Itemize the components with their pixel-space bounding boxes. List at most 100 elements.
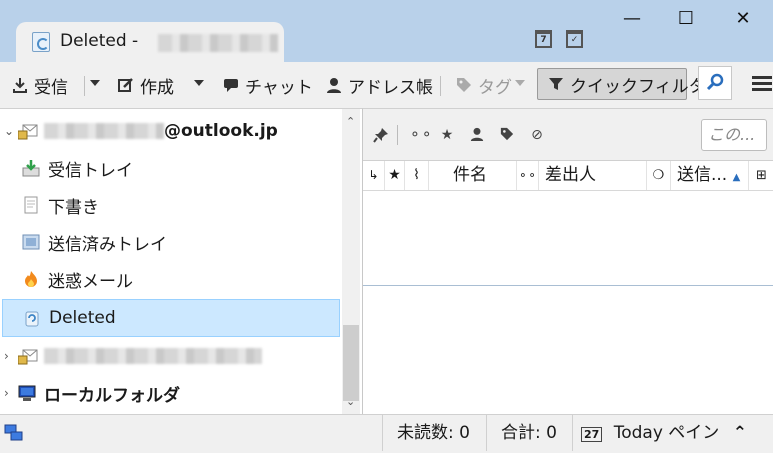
trash-icon (32, 32, 50, 52)
date-column-header[interactable]: 送信... ▲ (671, 161, 749, 190)
folder-label: ローカルフォルダ (44, 385, 180, 406)
folder-label: 受信トレイ (48, 160, 133, 181)
quick-filter-content: クイックフィルタ (548, 72, 706, 97)
get-messages-button[interactable]: 受信 (12, 73, 68, 98)
account-row[interactable]: ⌄ @outlook.jp (0, 113, 340, 149)
sent-icon (22, 233, 40, 251)
drafts-icon (22, 196, 40, 214)
thread-column-icon[interactable]: ↳ (363, 161, 385, 190)
calendar-icon: 27 (581, 427, 603, 442)
junk-icon (22, 270, 40, 288)
computer-icon (18, 384, 36, 402)
quick-filter-bar: ⚬⚬ ★ ⊘ この... (363, 109, 773, 161)
folder-deleted[interactable]: Deleted (2, 299, 340, 337)
redacted-account (44, 348, 262, 364)
chevron-down-icon[interactable]: ⌄ (4, 124, 16, 138)
pencil-icon (118, 77, 134, 93)
attachment-filter-icon[interactable]: ⊘ (529, 127, 545, 143)
tab-deleted[interactable]: Deleted - (16, 22, 284, 62)
person-icon (326, 77, 342, 93)
column-picker-icon[interactable]: ⊞ (749, 161, 773, 190)
mail-account-icon (17, 347, 38, 365)
star-column-icon[interactable]: ★ (385, 161, 405, 190)
sender-column-header[interactable]: 差出人 (539, 161, 647, 190)
write-label: 作成 (140, 77, 174, 98)
local-folders-row[interactable]: › ローカルフォルダ (0, 375, 340, 411)
get-messages-dropdown[interactable] (90, 80, 100, 86)
tab-title: Deleted - (60, 31, 139, 51)
chevron-up-icon: ⌃ (732, 423, 747, 443)
folder-junk[interactable]: 迷惑メール (22, 261, 362, 297)
today-pane-toggle[interactable]: 27 Today ペイン ⌃ (572, 415, 773, 451)
separator (397, 125, 398, 145)
write-button[interactable]: 作成 (118, 73, 174, 98)
status-bar: 未読数: 0 合計: 0 27 Today ペイン ⌃ (0, 414, 773, 451)
filter-icon (548, 76, 564, 92)
redacted-account (158, 34, 278, 52)
close-button[interactable]: ✕ (728, 8, 758, 30)
pin-icon[interactable] (373, 127, 389, 143)
scroll-down-arrow[interactable]: ⌄ (346, 395, 355, 408)
scrollbar-thumb[interactable] (343, 325, 359, 401)
calendar-icon[interactable]: 7 (535, 30, 552, 48)
address-book-button[interactable]: アドレス帳 (326, 73, 433, 98)
folder-drafts[interactable]: 下書き (22, 187, 362, 223)
online-status-icon[interactable] (4, 423, 24, 448)
chat-icon (223, 77, 239, 93)
main-toolbar: 受信 作成 チャット アドレス帳 タグ クイックフィルタ (0, 62, 773, 108)
read-status-column-icon[interactable]: ⚬⚬ (517, 161, 539, 190)
separator (440, 76, 441, 96)
minimize-button[interactable]: — (617, 8, 647, 30)
redacted-account (44, 123, 164, 139)
chat-button[interactable]: チャット (223, 73, 313, 98)
chevron-right-icon[interactable]: › (4, 349, 16, 363)
folder-label: 下書き (48, 197, 99, 218)
quick-filter-button[interactable]: クイックフィルタ (537, 68, 706, 100)
column-header-row: ↳ ★ ⌇ 件名 ⚬⚬ 差出人 ❍ 送信... ▲ ⊞ (363, 161, 773, 191)
subject-column-header[interactable]: 件名 (429, 161, 517, 190)
mail-account-icon (17, 122, 38, 140)
folder-pane-scrollbar[interactable]: ⌃ ⌄ (342, 109, 360, 415)
thread-pane: ⚬⚬ ★ ⊘ この... ↳ ★ ⌇ 件名 ⚬⚬ 差出人 ❍ 送信... ▲ ⊞ (362, 108, 773, 414)
today-pane-label: Today ペイン (613, 423, 720, 443)
search-icon (706, 73, 724, 91)
folder-label: 迷惑メール (48, 271, 133, 292)
tasks-icon[interactable]: ✓ (566, 30, 583, 48)
trash-icon (23, 309, 41, 327)
contact-filter-icon[interactable] (469, 127, 485, 143)
account-name: @outlook.jp (164, 121, 278, 141)
unread-count: 未読数: 0 (382, 415, 482, 451)
app-menu-button[interactable] (752, 76, 772, 92)
folder-sent[interactable]: 送信済みトレイ (22, 224, 362, 260)
chat-label: チャット (245, 77, 313, 98)
folder-label: 送信済みトレイ (48, 234, 167, 255)
attachment-column-icon[interactable]: ⌇ (405, 161, 429, 190)
title-bar: Deleted - 7 ✓ — ☐ ✕ (0, 0, 773, 62)
search-button[interactable] (698, 66, 732, 100)
quick-filter-label: クイックフィルタ (570, 76, 706, 97)
date-column-label: 送信... (677, 165, 728, 185)
quick-filter-search-input[interactable]: この... (701, 119, 767, 151)
tag-label: タグ (478, 77, 512, 98)
account-row-2[interactable]: › (0, 338, 340, 374)
folder-label: Deleted (49, 308, 116, 328)
inbox-icon (22, 159, 40, 177)
total-count: 合計: 0 (486, 415, 570, 451)
scroll-up-arrow[interactable]: ⌃ (346, 115, 355, 128)
sort-ascending-icon: ▲ (732, 172, 741, 183)
message-pane-splitter[interactable] (363, 285, 773, 286)
separator (84, 76, 85, 96)
junk-column-icon[interactable]: ❍ (647, 161, 671, 190)
address-book-label: アドレス帳 (348, 77, 433, 98)
tag-filter-icon[interactable] (499, 127, 515, 143)
get-messages-label: 受信 (34, 77, 68, 98)
write-dropdown[interactable] (194, 80, 204, 86)
chevron-right-icon[interactable]: › (4, 386, 16, 400)
tag-button[interactable]: タグ (456, 73, 512, 98)
star-icon[interactable]: ★ (439, 127, 455, 143)
maximize-button[interactable]: ☐ (671, 8, 701, 30)
folder-inbox[interactable]: 受信トレイ (22, 150, 362, 186)
tag-dropdown[interactable] (515, 80, 525, 86)
unread-filter-icon[interactable]: ⚬⚬ (409, 127, 432, 143)
folder-pane: ⌄ @outlook.jp 受信トレイ 下書き 送信済みトレイ 迷惑メール De… (0, 108, 362, 415)
